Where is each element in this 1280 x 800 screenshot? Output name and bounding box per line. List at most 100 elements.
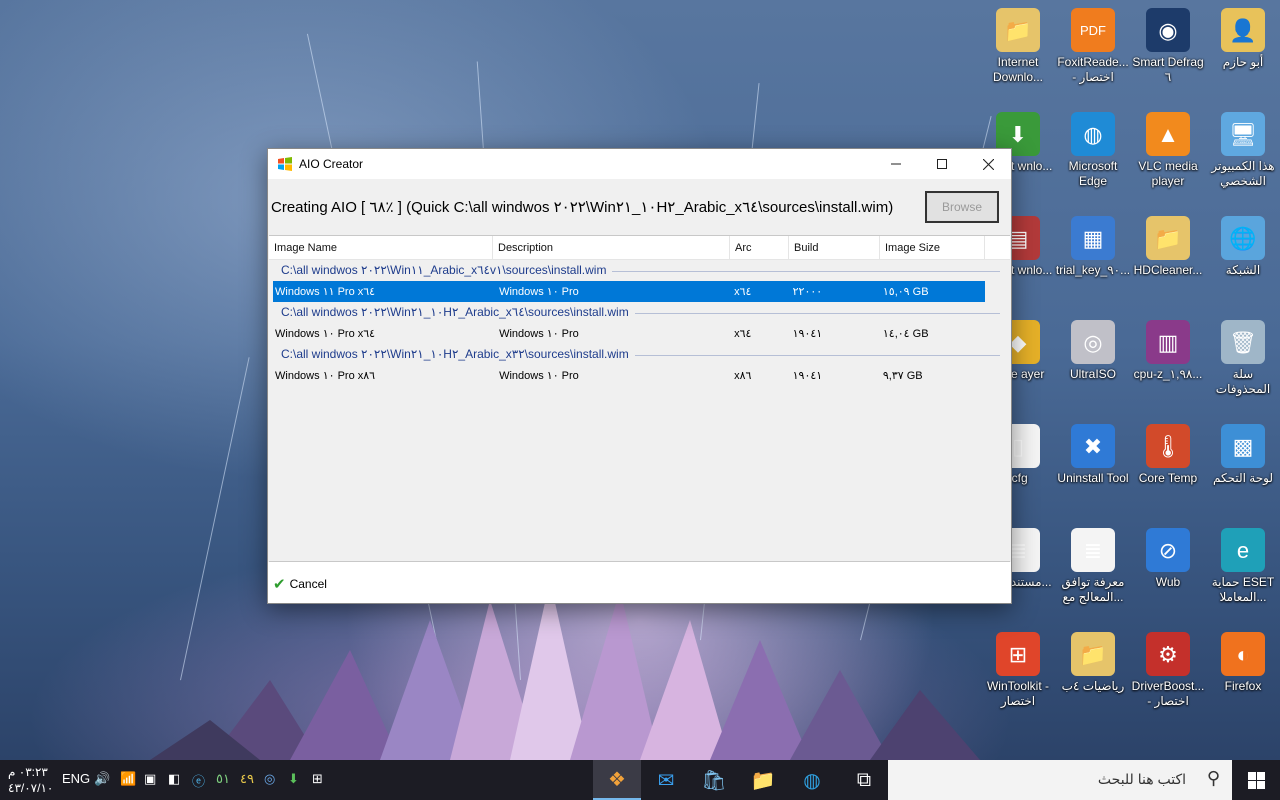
cell-description: Windows ١٠ Pro xyxy=(499,370,579,382)
start-button[interactable] xyxy=(1232,760,1280,800)
desktop-icon[interactable]: ▩ لوحة التحكم xyxy=(1205,424,1280,486)
edge-icon: ◍ xyxy=(803,769,821,792)
desktop-icon[interactable]: 🌐 الشبكة xyxy=(1205,216,1280,278)
folder-icon: 📁 xyxy=(1146,216,1190,260)
desktop-icon[interactable]: ◎ UltraISO xyxy=(1055,320,1131,382)
desktop-icon[interactable]: 📁 Internet Downlo... xyxy=(980,8,1056,85)
language-indicator[interactable]: ENG xyxy=(62,771,90,786)
desktop-icon[interactable]: ◍ Microsoft Edge xyxy=(1055,112,1131,189)
taskbar-app-aio-creator[interactable]: ❖ xyxy=(593,760,641,800)
edge-tray-icon[interactable]: ⓔ xyxy=(192,771,205,790)
desktop-icon[interactable]: ▦ trial_key_٩٠... xyxy=(1055,216,1131,278)
cell-build: ١٩٠٤١ xyxy=(792,328,823,340)
desktop-icon-label: Smart Defrag ٦ xyxy=(1132,55,1204,84)
camera-tray-icon[interactable]: ◧ xyxy=(168,771,180,787)
table-row[interactable]: Windows ١٠ Pro x٦٤ Windows ١٠ Pro x٦٤ ١٩٠٤١… xyxy=(273,323,985,344)
desktop-icon-label: سلة المحذوفات xyxy=(1215,367,1271,396)
desktop-icon[interactable]: 🖥 هذا الكمبيوتر الشخصي xyxy=(1205,112,1280,189)
cell-name: Windows ١٠ Pro x٦٤ xyxy=(275,328,376,340)
desktop-icon[interactable]: ✖ Uninstall Tool xyxy=(1055,424,1131,486)
store-icon: 🛍 xyxy=(701,769,727,792)
taskbar-search-box[interactable]: اكتب هنا للبحث ⚲ xyxy=(888,760,1232,800)
column-header-image-size[interactable]: Image Size xyxy=(880,236,985,259)
cell-size: ٩,٣٧ GB xyxy=(882,370,923,382)
aio-creator-window: AIO Creator Creating AIO [ ٦٨٪ ] (Quick … xyxy=(267,148,1012,604)
minimize-button[interactable] xyxy=(873,149,919,179)
desktop-icon-label: FoxitReade... - اختصار xyxy=(1057,55,1129,84)
dashboard-tray-icon[interactable]: ◎ xyxy=(264,771,275,787)
desktop-icon[interactable]: 🌡 Core Temp xyxy=(1130,424,1206,486)
taskbar-app-edge[interactable]: ◍ xyxy=(788,760,836,800)
desktop-icon[interactable]: ≣ معرفة توافق المعالج مع... xyxy=(1055,528,1131,605)
desktop-icon[interactable]: ◉ Smart Defrag ٦ xyxy=(1130,8,1206,85)
desktop-icon-label: VLC media player xyxy=(1138,159,1198,188)
user-folder-icon: 👤 xyxy=(1221,8,1265,52)
disc-icon: ◎ xyxy=(1071,320,1115,364)
desktop-icon-label: رياضيات ٤ب xyxy=(1061,679,1125,693)
table-row[interactable]: Windows ١٠ Pro x٨٦ Windows ١٠ Pro x٨٦ ١٩٠٤١… xyxy=(273,365,985,386)
cell-arc: x٦٤ xyxy=(734,328,752,340)
maximize-button[interactable] xyxy=(919,149,965,179)
volume-icon[interactable]: 🔊 xyxy=(94,771,110,787)
wifi-icon[interactable]: 📶 xyxy=(120,771,136,787)
vlc-icon: ▲ xyxy=(1146,112,1190,156)
defrag-icon: ◉ xyxy=(1146,8,1190,52)
desktop-icon[interactable]: 👤 أبو حازم xyxy=(1205,8,1280,70)
desktop-icon[interactable]: 📁 رياضيات ٤ب xyxy=(1055,632,1131,694)
folder-icon: 📁 xyxy=(1071,632,1115,676)
recycle-bin-icon: 🗑 xyxy=(1221,320,1265,364)
idm-tray-icon[interactable]: ⬇ xyxy=(288,771,299,787)
desktop-icon[interactable]: e حماية ESET المعاملا... xyxy=(1205,528,1280,605)
taskbar-task-view[interactable]: ⧉ xyxy=(840,760,888,800)
group-header[interactable]: C:\all windwos ٢٠٢٢\Win١٠_٢١H٢_Arabic_x٣… xyxy=(269,344,1010,365)
desktop-icon-label: هذا الكمبيوتر الشخصي xyxy=(1211,159,1275,188)
network-tray-icon[interactable]: ▣ xyxy=(144,771,156,787)
desktop-icon-label: UltraISO xyxy=(1069,367,1116,381)
cell-description: Windows ١٠ Pro xyxy=(499,286,579,298)
desktop-icon-label: HDCleaner... xyxy=(1133,263,1203,277)
desktop-icon-label: trial_key_٩٠... xyxy=(1055,263,1131,277)
progress-status-text: Creating AIO [ ٦٨٪ ] (Quick C:\all windw… xyxy=(271,199,894,216)
window-titlebar[interactable]: AIO Creator xyxy=(268,149,1011,179)
desktop-icon[interactable]: ▲ VLC media player xyxy=(1130,112,1206,189)
column-header-image-name[interactable]: Image Name xyxy=(269,236,493,259)
uninstall-icon: ✖ xyxy=(1071,424,1115,468)
task-view-icon: ⧉ xyxy=(856,768,872,791)
tray-number-2[interactable]: ٤٩ xyxy=(240,771,254,787)
table-row[interactable]: Windows ١١ Pro x٦٤ Windows ١٠ Pro x٦٤ ٢٢٠٠٠… xyxy=(273,281,985,302)
edge-icon: ◍ xyxy=(1071,112,1115,156)
group-path-label: C:\all windwos ٢٠٢٢\Win١١_Arabic_x٦٤v١\s… xyxy=(281,263,613,277)
desktop-icon-label: Core Temp xyxy=(1138,471,1198,485)
taskbar-app-mail[interactable]: ✉ xyxy=(642,760,690,800)
desktop-icon[interactable]: 🗑 سلة المحذوفات xyxy=(1205,320,1280,397)
cancel-button[interactable]: ✔ Cancel xyxy=(273,575,327,593)
column-header-description[interactable]: Description xyxy=(493,236,730,259)
close-button[interactable] xyxy=(965,149,1011,179)
desktop-icon-label: الشبكة xyxy=(1225,263,1261,277)
group-header[interactable]: C:\all windwos ٢٠٢٢\Win١٠_٢١H٢_Arabic_x٦… xyxy=(269,302,1010,323)
tray-number-1[interactable]: ٥١ xyxy=(216,771,230,787)
desktop-icon[interactable]: ◐ Firefox xyxy=(1205,632,1280,694)
desktop-icon[interactable]: 📁 HDCleaner... xyxy=(1130,216,1206,278)
group-header[interactable]: C:\all windwos ٢٠٢٢\Win١١_Arabic_x٦٤v١\s… xyxy=(269,260,1010,281)
desktop-icon[interactable]: ⊘ Wub xyxy=(1130,528,1206,590)
desktop-icon[interactable]: PDF FoxitReade... - اختصار xyxy=(1055,8,1131,85)
cancel-label: Cancel xyxy=(289,577,327,591)
desktop-icon[interactable]: ⚙ DriverBoost... - اختصار xyxy=(1130,632,1206,709)
taskbar-clock[interactable]: ٠٣:٢٣ م ٤٣/٠٧/١٠ xyxy=(8,764,53,796)
taskbar-app-store[interactable]: 🛍 xyxy=(690,760,738,800)
image-list[interactable]: Image Name Description Arc Build Image S… xyxy=(269,235,1010,562)
taskbar-app-file-explorer[interactable]: 📁 xyxy=(739,760,787,800)
cell-description: Windows ١٠ Pro xyxy=(499,328,579,340)
column-header-build[interactable]: Build xyxy=(789,236,880,259)
desktop-icon[interactable]: ▥ cpu-z_١,٩٨... xyxy=(1130,320,1206,382)
desktop-icon[interactable]: ⊞ WinToolkit - اختصار xyxy=(980,632,1056,709)
windows-tray-icon[interactable]: ⊞ xyxy=(312,771,323,787)
windows-logo-icon xyxy=(1247,771,1265,789)
dialog-footer: ✔ Cancel xyxy=(268,562,1011,603)
windows-flag-icon: ❖ xyxy=(608,768,626,791)
column-header-arc[interactable]: Arc xyxy=(730,236,789,259)
thermometer-icon: 🌡 xyxy=(1146,424,1190,468)
browse-button[interactable]: Browse xyxy=(925,191,999,223)
group-path-label: C:\all windwos ٢٠٢٢\Win١٠_٢١H٢_Arabic_x٣… xyxy=(281,347,635,361)
